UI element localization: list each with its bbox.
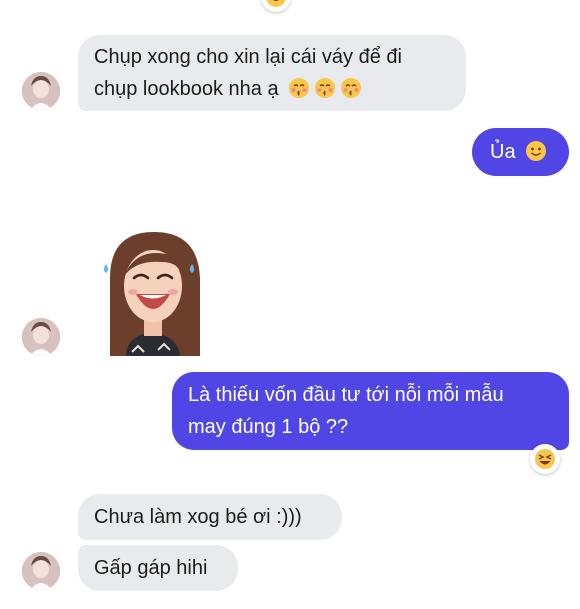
message-bubble-outgoing[interactable]: Ủa [472,128,569,176]
contact-avatar[interactable] [22,72,60,110]
smiling-face-icon [526,141,547,161]
message-text: Ủa [490,141,516,163]
message-text-line: may đúng 1 bộ ?? [188,416,349,438]
message-text-line: Chụp xong cho xin lại cái váy để đi [94,46,402,68]
contact-avatar[interactable] [22,552,60,590]
memoji-laughing-sticker[interactable] [96,228,208,358]
kissing-face-icon [315,78,336,98]
message-bubble-incoming[interactable]: Gấp gáp hihi [78,545,238,591]
kissing-face-icon [289,78,310,98]
message-bubble-outgoing[interactable]: Là thiếu vốn đầu tư tới nỗi mỗi mẫu may … [172,372,569,450]
message-bubble-incoming[interactable]: Chưa làm xog bé ơi :))) [78,494,342,540]
message-text-line: chụp lookbook nha ạ [94,73,450,105]
message-reaction[interactable] [530,444,560,474]
message-text: Gấp gáp hihi [94,557,208,579]
laughing-emoji-icon [266,0,286,7]
contact-avatar[interactable] [22,318,60,356]
laughing-squint-emoji-icon [535,449,555,469]
kissing-face-icon [341,78,362,98]
message-text-line: Là thiếu vốn đầu tư tới nỗi mỗi mẫu [188,384,504,406]
reaction-emoji-top[interactable] [261,0,291,12]
message-bubble-incoming[interactable]: Chụp xong cho xin lại cái váy để đi chụp… [78,35,466,111]
message-text: Chưa làm xog bé ơi :))) [94,506,302,528]
